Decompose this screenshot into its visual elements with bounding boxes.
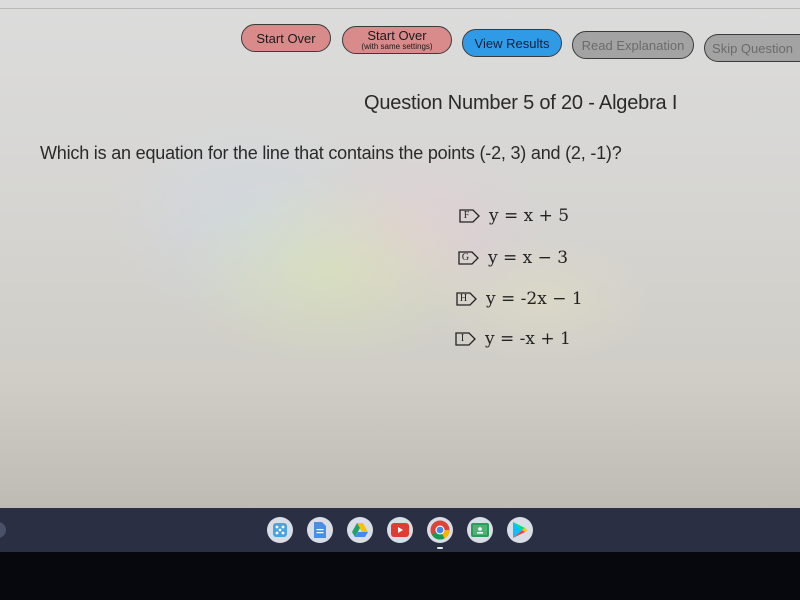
choice-equation: y = -x + 1: [485, 329, 571, 349]
youtube-app-icon[interactable]: [387, 517, 413, 543]
view-results-label: View Results: [474, 35, 550, 51]
start-over-same-label: Start Over: [367, 28, 427, 43]
choice-letter-badge: F: [459, 209, 481, 223]
choice-equation: y = x + 5: [489, 206, 570, 226]
choice-equation: y = -2x − 1: [486, 289, 583, 309]
classroom-app-icon[interactable]: [467, 517, 493, 543]
screen-bezel: [0, 552, 800, 600]
choice-letter-badge: H: [456, 292, 478, 306]
launcher-button[interactable]: [0, 522, 6, 538]
choice-letter: H: [459, 293, 468, 304]
choice-letter-badge: G: [458, 251, 480, 265]
start-over-button[interactable]: Start Over: [241, 24, 331, 52]
drive-app-icon[interactable]: [347, 517, 373, 543]
skip-question-label: Skip Question: [712, 40, 793, 56]
question-header: Question Number 5 of 20 - Algebra I: [364, 92, 678, 114]
answer-choice-f[interactable]: F y = x + 5: [459, 206, 569, 226]
docs-app-icon[interactable]: [307, 517, 333, 543]
answer-choice-g[interactable]: G y = x − 3: [458, 248, 568, 268]
view-results-button[interactable]: View Results: [462, 29, 562, 57]
window-edge-divider: [0, 8, 800, 9]
choice-equation: y = x − 3: [488, 248, 569, 268]
play-store-app-icon[interactable]: [507, 517, 533, 543]
skip-question-button[interactable]: Skip Question: [704, 34, 800, 62]
question-text: Which is an equation for the line that c…: [40, 143, 622, 163]
read-explanation-button[interactable]: Read Explanation: [572, 31, 694, 59]
launcher-app-icon[interactable]: [267, 517, 293, 543]
choice-letter-badge: I: [455, 332, 477, 346]
read-explanation-label: Read Explanation: [581, 37, 685, 53]
choice-letter: I: [460, 333, 465, 344]
os-shelf-taskbar: [0, 508, 800, 552]
answer-choice-h[interactable]: H y = -2x − 1: [456, 289, 583, 309]
start-over-same-settings-button[interactable]: Start Over (with same settings): [342, 26, 452, 54]
start-over-label: Start Over: [256, 30, 316, 46]
active-app-indicator: [437, 547, 443, 549]
answer-choice-i[interactable]: I y = -x + 1: [455, 329, 571, 349]
chrome-app-icon[interactable]: [427, 517, 453, 549]
choice-letter: F: [463, 210, 470, 221]
browser-viewport: Start Over Start Over (with same setting…: [0, 0, 800, 508]
start-over-same-sublabel: (with same settings): [361, 42, 433, 51]
choice-letter: G: [461, 252, 470, 263]
